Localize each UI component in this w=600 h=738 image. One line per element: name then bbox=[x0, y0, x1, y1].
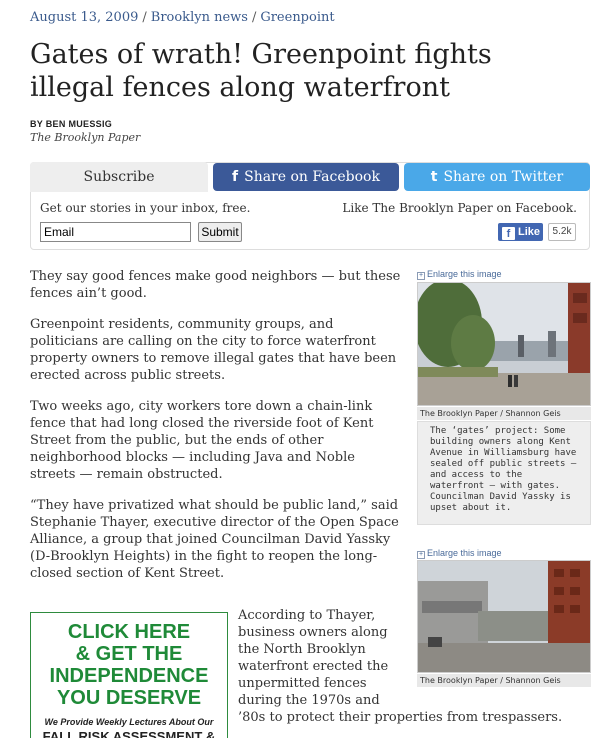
text-line: during the 1970s and bbox=[238, 693, 380, 708]
photo-caption: The ‘gates’ project: Some building owner… bbox=[417, 421, 591, 525]
paragraph: They say good fences make good neighbors… bbox=[30, 269, 401, 301]
text-line: waterfront erected the bbox=[238, 659, 389, 674]
like-count: 5.2k bbox=[548, 223, 576, 241]
waterfront-photo-image bbox=[418, 283, 590, 405]
enlarge-image-link[interactable]: + Enlarge this image bbox=[417, 269, 502, 280]
ad-headline: YOU DESERVE bbox=[56, 687, 202, 709]
text-line: the North Brooklyn bbox=[238, 642, 366, 657]
facebook-like-button[interactable]: f Like bbox=[498, 223, 543, 241]
ad-headline: INDEPENDENCE bbox=[49, 665, 209, 687]
enlarge-label: Enlarge this image bbox=[427, 269, 502, 279]
facebook-icon: f bbox=[502, 227, 515, 240]
enlarge-icon: + bbox=[417, 551, 425, 559]
facebook-like-prompt: Like The Brooklyn Paper on Facebook. bbox=[342, 201, 577, 215]
photo-credit: The Brooklyn Paper / Shannon Geis bbox=[417, 407, 591, 420]
article-date: August 13, 2009 bbox=[30, 10, 139, 25]
paragraph: Greenpoint residents, community groups, … bbox=[30, 317, 397, 383]
text-line: unpermitted fences bbox=[238, 676, 367, 691]
text-line: ’80s to protect their properties from tr… bbox=[238, 710, 563, 725]
text-line: business owners along bbox=[238, 625, 388, 640]
breadcrumb-section-link[interactable]: Brooklyn news bbox=[151, 10, 248, 25]
publication-name: The Brooklyn Paper bbox=[30, 131, 141, 144]
facebook-icon: f bbox=[232, 169, 239, 185]
share-twitter-label: Share on Twitter bbox=[443, 169, 564, 185]
enlarge-image-link[interactable]: + Enlarge this image bbox=[417, 548, 502, 559]
breadcrumb-subsection-link[interactable]: Greenpoint bbox=[260, 10, 334, 25]
email-field[interactable] bbox=[40, 222, 191, 242]
article-title: Gates of wrath! Greenpoint fights illega… bbox=[30, 39, 492, 103]
ad-tagline: We Provide Weekly Lectures About Our bbox=[44, 717, 214, 727]
breadcrumb-separator: / bbox=[142, 10, 147, 25]
article-continued: According to Thayer, business owners alo… bbox=[238, 607, 568, 726]
enlarge-label: Enlarge this image bbox=[427, 548, 502, 558]
subscribe-tab[interactable]: Subscribe bbox=[30, 162, 208, 192]
advertisement-banner[interactable]: CLICK HERE & GET THE INDEPENDENCE YOU DE… bbox=[30, 612, 228, 738]
submit-button[interactable]: Submit bbox=[198, 222, 242, 242]
paragraph: “They have privatized what should be pub… bbox=[30, 498, 399, 581]
newsletter-prompt: Get our stories in your inbox, free. bbox=[40, 201, 251, 215]
share-twitter-button[interactable]: t Share on Twitter bbox=[404, 163, 590, 191]
breadcrumb-separator: / bbox=[251, 10, 257, 25]
enlarge-icon: + bbox=[417, 272, 425, 280]
share-facebook-label: Share on Facebook bbox=[244, 169, 380, 185]
byline: BY BEN MUESSIG bbox=[30, 119, 113, 129]
breadcrumb: August 13, 2009/Brooklyn news / Greenpoint bbox=[30, 10, 335, 25]
twitter-icon: t bbox=[430, 169, 438, 185]
article-body: They say good fences make good neighbors… bbox=[30, 268, 402, 596]
share-facebook-button[interactable]: f Share on Facebook bbox=[213, 163, 399, 191]
like-label: Like bbox=[518, 226, 541, 238]
ad-footer-text: FALL RISK ASSESSMENT & bbox=[42, 729, 216, 738]
ad-headline: CLICK HERE bbox=[67, 621, 191, 643]
article-photo[interactable] bbox=[417, 282, 591, 406]
text-line: According to Thayer, bbox=[238, 608, 376, 623]
paragraph: Two weeks ago, city workers tore down a … bbox=[30, 399, 374, 482]
ad-headline: & GET THE bbox=[75, 643, 183, 665]
